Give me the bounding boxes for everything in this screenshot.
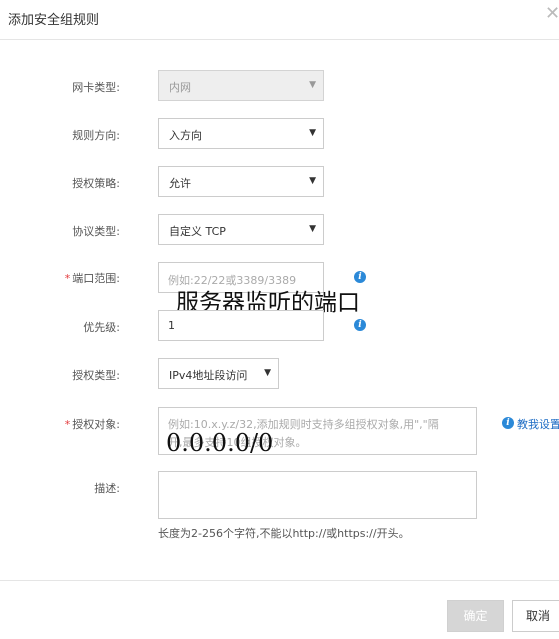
direction-value: 入方向 <box>169 129 202 142</box>
footer-divider <box>0 580 559 581</box>
auth-type-label: 授权类型: <box>72 369 120 382</box>
nic-type-value: 内网 <box>169 81 191 94</box>
policy-value: 允许 <box>169 177 191 190</box>
description-textarea[interactable] <box>158 471 477 519</box>
info-icon[interactable]: i <box>354 271 366 283</box>
port-range-label: * 端口范围: <box>64 272 120 285</box>
description-label: 描述: <box>94 482 120 495</box>
dialog-title: 添加安全组规则 <box>8 13 100 28</box>
confirm-button[interactable]: 确定 <box>447 600 504 632</box>
cancel-button[interactable]: 取消 <box>512 600 559 632</box>
caret-down-icon: ▼ <box>309 224 316 234</box>
info-icon: i <box>502 417 514 429</box>
protocol-value: 自定义 TCP <box>169 225 226 238</box>
caret-down-icon: ▼ <box>309 176 316 186</box>
info-icon[interactable]: i <box>354 319 366 331</box>
protocol-label: 协议类型: <box>72 225 120 238</box>
ip-annotation: 0.0.0.0/0 <box>166 429 274 457</box>
protocol-select[interactable]: 自定义 TCP ▼ <box>158 214 324 245</box>
caret-down-icon: ▼ <box>309 128 316 138</box>
direction-label: 规则方向: <box>72 129 120 142</box>
caret-down-icon: ▼ <box>264 368 271 378</box>
policy-select[interactable]: 允许 ▼ <box>158 166 324 197</box>
priority-label: 优先级: <box>83 321 120 334</box>
help-link[interactable]: 教我设置 <box>517 416 559 432</box>
auth-type-select[interactable]: IPv4地址段访问 ▼ <box>158 358 279 389</box>
priority-input[interactable]: 1 <box>158 310 324 341</box>
direction-select[interactable]: 入方向 ▼ <box>158 118 324 149</box>
nic-type-select: 内网 ▼ <box>158 70 324 101</box>
auth-object-label: * 授权对象: <box>64 418 120 431</box>
auth-type-value: IPv4地址段访问 <box>169 369 248 382</box>
close-icon[interactable]: ✕ <box>545 5 559 23</box>
nic-type-label: 网卡类型: <box>72 81 120 94</box>
description-hint: 长度为2-256个字符,不能以http://或https://开头。 <box>158 527 410 540</box>
policy-label: 授权策略: <box>72 177 120 190</box>
priority-value: 1 <box>168 319 175 332</box>
dialog-header: 添加安全组规则 ✕ <box>0 0 559 40</box>
caret-down-icon: ▼ <box>309 80 316 90</box>
